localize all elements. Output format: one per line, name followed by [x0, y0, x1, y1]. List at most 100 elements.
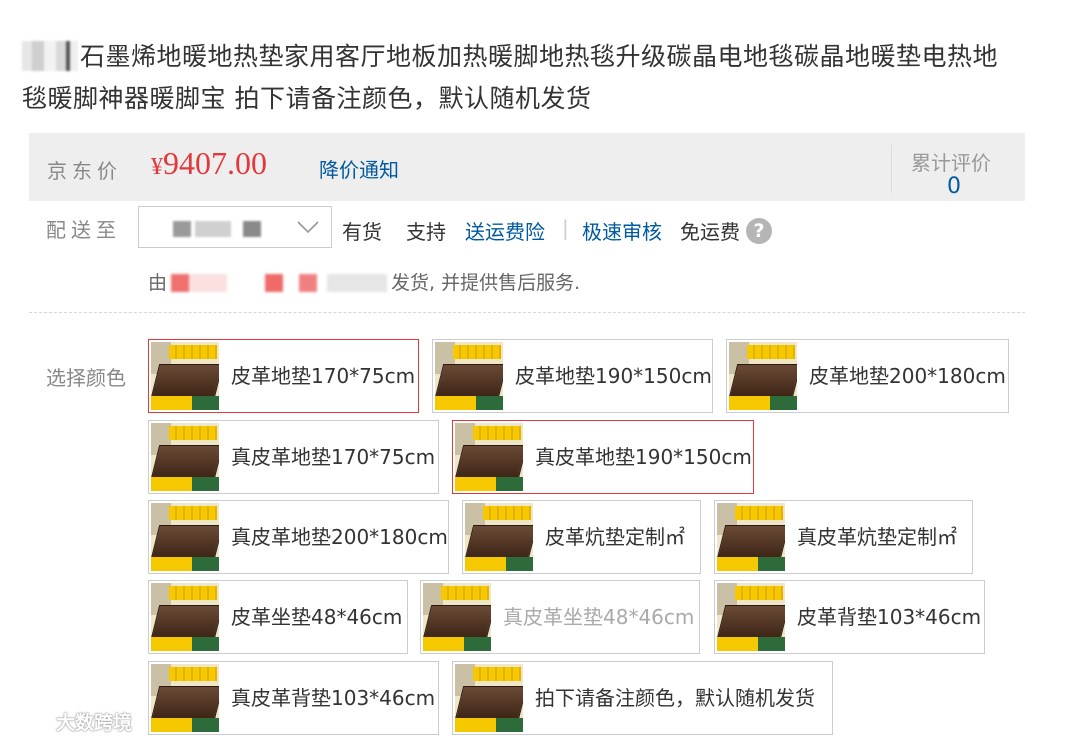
seller-suffix: 发货, 并提供售后服务.	[391, 272, 581, 294]
thumbnail-banner	[453, 345, 501, 359]
thumbnail-banner	[169, 667, 217, 681]
thumbnail-mat	[151, 364, 219, 398]
color-option-label: 皮革地垫170*75cm	[231, 364, 416, 388]
product-thumbnail	[423, 583, 491, 651]
thumbnail-banner	[473, 667, 521, 681]
product-thumbnail	[717, 503, 785, 571]
thumbnail-mat	[151, 525, 219, 559]
color-option[interactable]: 真皮革地垫200*180cm	[148, 500, 449, 574]
color-option[interactable]: 皮革背垫103*46cm	[714, 580, 985, 654]
thumbnail-stripe	[151, 396, 219, 410]
color-select-label: 选择颜色	[46, 366, 126, 390]
product-title-text: 石墨烯地暖地热垫家用客厅地板加热暖脚地热毯升级碳晶电地毯碳晶地暖垫电热地毯暖脚神…	[22, 42, 999, 113]
redacted-brand	[22, 41, 78, 71]
chevron-down-icon	[297, 221, 319, 234]
free-shipping-label: 免运费	[680, 220, 740, 244]
thumbnail-stripe	[151, 557, 219, 571]
region-select[interactable]	[138, 206, 332, 248]
thumbnail-mat	[151, 445, 219, 479]
thumbnail-stripe	[465, 557, 533, 571]
thumbnail-banner	[735, 506, 783, 520]
color-option-label: 真皮革地垫170*75cm	[231, 445, 436, 469]
color-option-label: 真皮革炕垫定制㎡	[797, 525, 957, 549]
color-option-label: 皮革坐垫48*46cm	[231, 605, 403, 629]
thumbnail-mat	[151, 605, 219, 639]
thumbnail-mat	[465, 525, 533, 559]
thumbnail-banner	[735, 586, 783, 600]
shipping-insurance-link[interactable]: 送运费险	[465, 216, 545, 245]
color-option-label: 皮革地垫200*180cm	[809, 364, 1006, 388]
color-option[interactable]: 真皮革坐垫48*46cm	[420, 580, 700, 654]
help-icon[interactable]: ?	[746, 218, 772, 244]
product-thumbnail	[435, 342, 503, 410]
product-thumbnail	[729, 342, 797, 410]
color-option[interactable]: 真皮革炕垫定制㎡	[714, 500, 973, 574]
watermark: 大数跨境	[10, 708, 132, 735]
color-option[interactable]: 皮革炕垫定制㎡	[462, 500, 701, 574]
fast-review-link[interactable]: 极速审核	[582, 216, 662, 245]
price-label: 京东价	[47, 159, 122, 183]
divider	[891, 145, 892, 193]
thumbnail-stripe	[729, 396, 797, 410]
price-amount: 9407.00	[163, 145, 267, 181]
thumbnail-banner	[483, 506, 531, 520]
thumbnail-stripe	[455, 477, 523, 491]
color-option[interactable]: 真皮革背垫103*46cm	[148, 661, 439, 735]
rating-label: 累计评价	[911, 151, 991, 175]
product-title: 石墨烯地暖地热垫家用客厅地板加热暖脚地热毯升级碳晶电地毯碳晶地暖垫电热地毯暖脚神…	[22, 36, 1022, 120]
color-option[interactable]: 皮革地垫190*150cm	[432, 339, 713, 413]
thumbnail-stripe	[151, 477, 219, 491]
seller-prefix: 由	[148, 272, 168, 294]
thumbnail-banner	[473, 426, 521, 440]
divider	[29, 312, 1025, 313]
redacted-region	[195, 221, 231, 237]
product-thumbnail	[455, 664, 523, 732]
rating-count[interactable]: 0	[947, 174, 961, 199]
color-option[interactable]: 真皮革地垫190*150cm	[452, 420, 754, 494]
thumbnail-stripe	[151, 718, 219, 732]
thumbnail-banner	[169, 506, 217, 520]
color-option-label: 拍下请备注颜色，默认随机发货	[535, 686, 815, 710]
thumbnail-mat	[151, 686, 219, 720]
color-option-label: 真皮革地垫200*180cm	[231, 525, 448, 549]
currency-symbol: ¥	[151, 154, 163, 180]
redacted-region	[243, 221, 261, 237]
product-thumbnail	[465, 503, 533, 571]
color-option[interactable]: 拍下请备注颜色，默认随机发货	[452, 661, 833, 735]
price-drop-notify-link[interactable]: 降价通知	[319, 154, 399, 183]
watermark-text: 大数跨境	[56, 712, 133, 734]
price-bar: 京东价 ¥9407.00 降价通知 累计评价 0	[29, 133, 1025, 201]
redacted-seller	[171, 274, 388, 292]
product-thumbnail	[455, 423, 523, 491]
thumbnail-stripe	[435, 396, 503, 410]
thumbnail-stripe	[455, 718, 523, 732]
color-option-label: 皮革背垫103*46cm	[797, 605, 982, 629]
product-thumbnail	[151, 503, 219, 571]
thumbnail-mat	[455, 686, 523, 720]
thumbnail-stripe	[717, 557, 785, 571]
color-option[interactable]: 皮革地垫200*180cm	[726, 339, 1009, 413]
price-value: ¥9407.00	[151, 145, 267, 182]
color-option[interactable]: 皮革坐垫48*46cm	[148, 580, 408, 654]
thumbnail-mat	[455, 445, 523, 479]
product-thumbnail	[717, 583, 785, 651]
watermark-logo-icon	[11, 711, 52, 731]
color-option-label: 真皮革背垫103*46cm	[231, 686, 436, 710]
stock-status: 有货	[342, 220, 382, 244]
color-option[interactable]: 皮革地垫170*75cm	[148, 339, 419, 413]
thumbnail-banner	[169, 345, 217, 359]
color-option-label: 皮革地垫190*150cm	[515, 364, 712, 388]
color-option-label: 真皮革地垫190*150cm	[535, 445, 752, 469]
color-option-label: 真皮革坐垫48*46cm	[503, 605, 695, 629]
thumbnail-stripe	[151, 637, 219, 651]
product-thumbnail	[151, 342, 219, 410]
support-label: 支持	[406, 220, 446, 244]
color-option[interactable]: 真皮革地垫170*75cm	[148, 420, 439, 494]
separator: |	[562, 216, 569, 240]
color-option-label: 皮革炕垫定制㎡	[545, 525, 685, 549]
thumbnail-mat	[717, 605, 785, 639]
thumbnail-banner	[441, 586, 489, 600]
redacted-region	[173, 221, 191, 237]
product-thumbnail	[151, 583, 219, 651]
product-thumbnail	[151, 664, 219, 732]
